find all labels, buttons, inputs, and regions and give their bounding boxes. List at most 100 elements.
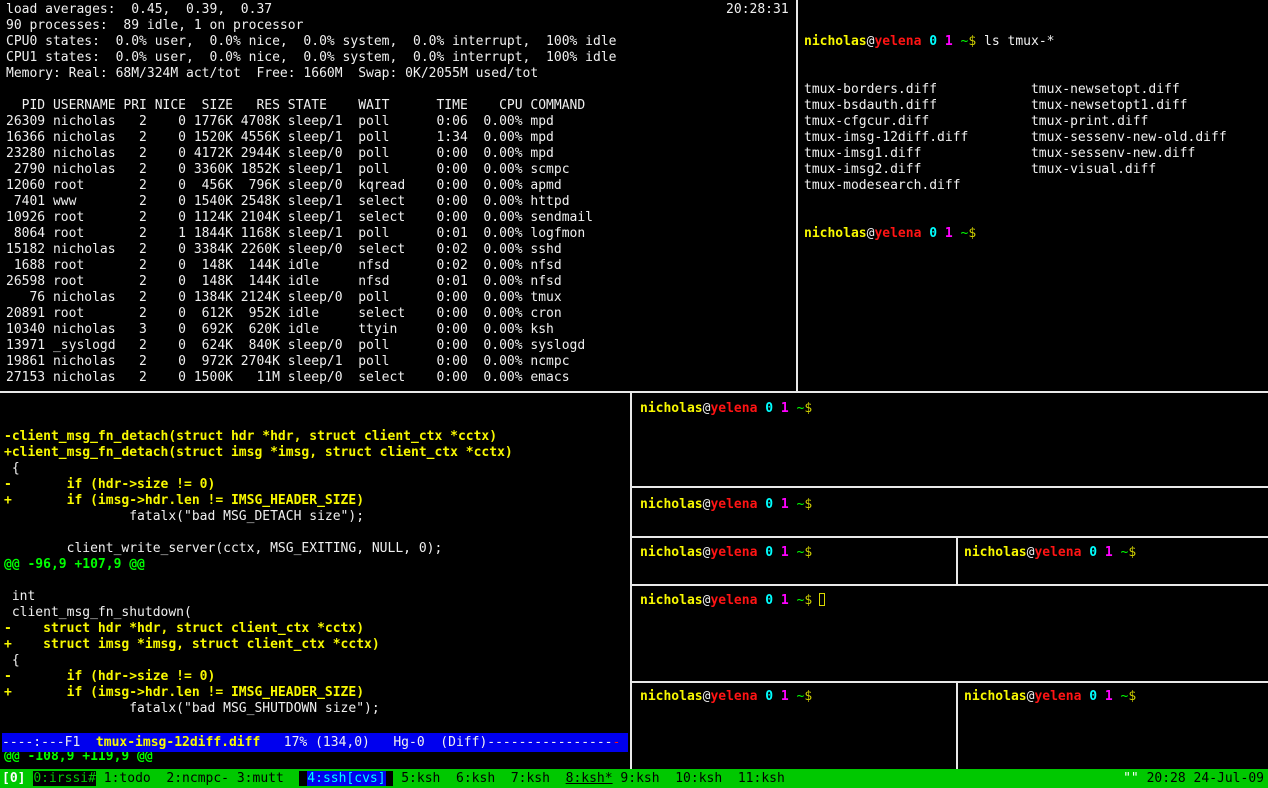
ls-file-line: tmux-imsg1.diff tmux-sessenv-new.diff	[804, 146, 1266, 162]
window-status-6-ksh[interactable]: 6:ksh	[456, 771, 503, 786]
diff-line-ctx	[4, 573, 628, 589]
blank-line	[6, 82, 794, 98]
window-status-8-ksh-[interactable]: 8:ksh*	[566, 771, 613, 786]
modeline-end-dash: -	[613, 735, 621, 750]
prompt-host: yelena	[874, 34, 921, 49]
window-status-10-ksh[interactable]: 10:ksh	[675, 771, 730, 786]
emacs-diff-buffer: -client_msg_fn_detach(struct hdr *hdr, s…	[2, 427, 628, 765]
prompt-symbol: $	[804, 593, 812, 608]
pane-shell-ls[interactable]: nicholas@yelena 0 1 ~$ ls tmux-* tmux-bo…	[802, 2, 1266, 389]
diff-line-add: +client_msg_fn_detach(struct imsg *imsg,…	[4, 445, 628, 461]
prompt-user: nicholas	[964, 545, 1027, 560]
diff-line-hunk: @@ -96,9 +107,9 @@	[4, 557, 628, 573]
status-separator	[448, 771, 456, 786]
status-clock: 20:28	[1147, 771, 1186, 786]
prompt-pane-index: 1	[1097, 689, 1113, 704]
window-status-2-ncmpc-[interactable]: 2:ncmpc-	[166, 771, 229, 786]
prompt-user: nicholas	[640, 545, 703, 560]
pane-top-processes[interactable]: load averages: 0.45, 0.39, 0.37 20:28:31…	[2, 2, 794, 389]
status-separator	[558, 771, 566, 786]
diff-line-ctx: {	[4, 653, 628, 669]
window-status-3-mutt[interactable]: 3:mutt	[237, 771, 292, 786]
window-status-11-ksh[interactable]: 11:ksh	[738, 771, 785, 786]
prompt-symbol: $	[968, 226, 976, 241]
prompt-symbol: $	[804, 401, 812, 416]
window-status-0-irssi-[interactable]: 0:irssi#	[33, 771, 96, 786]
diff-line-ctx: int	[4, 589, 628, 605]
pane-shell-3[interactable]: nicholas@yelena 0 1 ~$	[636, 540, 954, 583]
diff-line-del: -client_msg_fn_detach(struct hdr *hdr, s…	[4, 429, 628, 445]
prompt-cwd: ~	[789, 689, 805, 704]
status-separator	[96, 771, 104, 786]
process-row: 76 nicholas 2 0 1384K 2124K sleep/0 poll…	[6, 290, 794, 306]
shell-command: ls tmux-*	[976, 34, 1054, 49]
pane-border-top-vertical[interactable]	[796, 0, 798, 391]
pane-border-r3-vertical[interactable]	[956, 538, 958, 584]
pane-shell-5[interactable]: nicholas@yelena 0 1 ~$	[636, 685, 954, 769]
diff-line-add: + struct imsg *imsg, struct client_ctx *…	[4, 637, 628, 653]
pane-border-middle-horizontal[interactable]	[0, 391, 1268, 393]
ls-file-line: tmux-imsg-12diff.diff tmux-sessenv-new-o…	[804, 130, 1266, 146]
modeline-prefix: ----:---F1	[2, 735, 96, 750]
process-row: 19861 nicholas 2 0 972K 2704K sleep/1 po…	[6, 354, 794, 370]
pane-border-bottom-vertical[interactable]	[630, 393, 632, 769]
process-row: 27153 nicholas 2 0 1500K 11M sleep/0 sel…	[6, 370, 794, 386]
diff-line-ctx: fatalx("bad MSG_SHUTDOWN size");	[4, 701, 628, 717]
ls-file-line: tmux-borders.diff tmux-newsetopt.diff	[804, 82, 1266, 98]
prompt-cwd: ~	[789, 401, 805, 416]
prompt-host: yelena	[710, 545, 757, 560]
tmux-status-bar: [0] 0:irssi# 1:todo 2:ncmpc- 3:mutt 4:ss…	[0, 769, 1268, 788]
pane-shell-active[interactable]: nicholas@yelena 0 1 ~$	[636, 588, 1266, 680]
pane-border-r4-horizontal[interactable]	[632, 681, 1268, 683]
top-summary-line: load averages: 0.45, 0.39, 0.37 20:28:31	[6, 2, 794, 18]
prompt-pane-index: 1	[773, 497, 789, 512]
pane-shell-4[interactable]: nicholas@yelena 0 1 ~$	[960, 540, 1266, 583]
pane-border-r2-horizontal[interactable]	[632, 536, 1268, 538]
shell-prompt: nicholas@yelena 0 1 ~$	[640, 593, 812, 608]
window-status-9-ksh[interactable]: 9:ksh	[620, 771, 667, 786]
window-list: 0:irssi# 1:todo 2:ncmpc- 3:mutt 4:ssh[cv…	[33, 771, 785, 787]
prompt-pane-index: 1	[773, 689, 789, 704]
tmux-screen: load averages: 0.45, 0.39, 0.37 20:28:31…	[0, 0, 1268, 788]
diff-line-del: - struct hdr *hdr, struct client_ctx *cc…	[4, 621, 628, 637]
process-table-header: PID USERNAME PRI NICE SIZE RES STATE WAI…	[6, 98, 794, 114]
prompt-symbol: $	[804, 689, 812, 704]
pane-border-r5-vertical[interactable]	[956, 683, 958, 769]
window-status-1-todo[interactable]: 1:todo	[104, 771, 159, 786]
prompt-window-index: 0	[757, 497, 773, 512]
pane-border-r3-horizontal[interactable]	[632, 584, 1268, 586]
prompt-window-index: 0	[757, 593, 773, 608]
process-row: 20891 root 2 0 612K 952K idle select 0:0…	[6, 306, 794, 322]
shell-prompt: nicholas@yelena 0 1 ~$	[640, 545, 812, 560]
prompt-pane-index: 1	[1097, 545, 1113, 560]
diff-line-ctx: {	[4, 461, 628, 477]
window-status-5-ksh[interactable]: 5:ksh	[401, 771, 448, 786]
window-status-7-ksh[interactable]: 7:ksh	[511, 771, 558, 786]
prompt-window-index: 0	[1081, 689, 1097, 704]
status-right: "" 20:28 24-Jul-09	[1123, 771, 1268, 787]
pane-shell-6[interactable]: nicholas@yelena 0 1 ~$	[960, 685, 1266, 769]
diff-line-ctx: client_msg_fn_shutdown(	[4, 605, 628, 621]
pane-border-r1-horizontal[interactable]	[632, 486, 1268, 488]
status-separator	[730, 771, 738, 786]
status-spacer	[1186, 771, 1194, 786]
session-name: [0]	[2, 771, 33, 787]
prompt-pane-index: 1	[773, 401, 789, 416]
status-separator	[229, 771, 237, 786]
pane-emacs[interactable]: -client_msg_fn_detach(struct hdr *hdr, s…	[2, 395, 628, 769]
prompt-symbol: $	[804, 545, 812, 560]
pane-shell-1[interactable]: nicholas@yelena 0 1 ~$	[636, 395, 1266, 485]
prompt-cwd: ~	[953, 34, 969, 49]
pane-shell-2[interactable]: nicholas@yelena 0 1 ~$	[636, 490, 1266, 535]
prompt-symbol: $	[804, 497, 812, 512]
process-row: 26598 root 2 0 148K 144K idle nfsd 0:01 …	[6, 274, 794, 290]
window-status-4-ssh-cvs-[interactable]: 4:ssh[cvs]	[307, 771, 385, 786]
emacs-modeline: ----:---F1 tmux-imsg-12diff.diff 17% (13…	[2, 733, 628, 752]
ls-file-line: tmux-imsg2.diff tmux-visual.diff	[804, 162, 1266, 178]
status-date: 24-Jul-09	[1194, 771, 1264, 786]
prompt-window-index: 0	[757, 545, 773, 560]
ls-file-line: tmux-modesearch.diff	[804, 178, 1266, 194]
prompt-window-index: 0	[757, 689, 773, 704]
ls-file-line: tmux-cfgcur.diff tmux-print.diff	[804, 114, 1266, 130]
top-summary-line: CPU1 states: 0.0% user, 0.0% nice, 0.0% …	[6, 50, 794, 66]
